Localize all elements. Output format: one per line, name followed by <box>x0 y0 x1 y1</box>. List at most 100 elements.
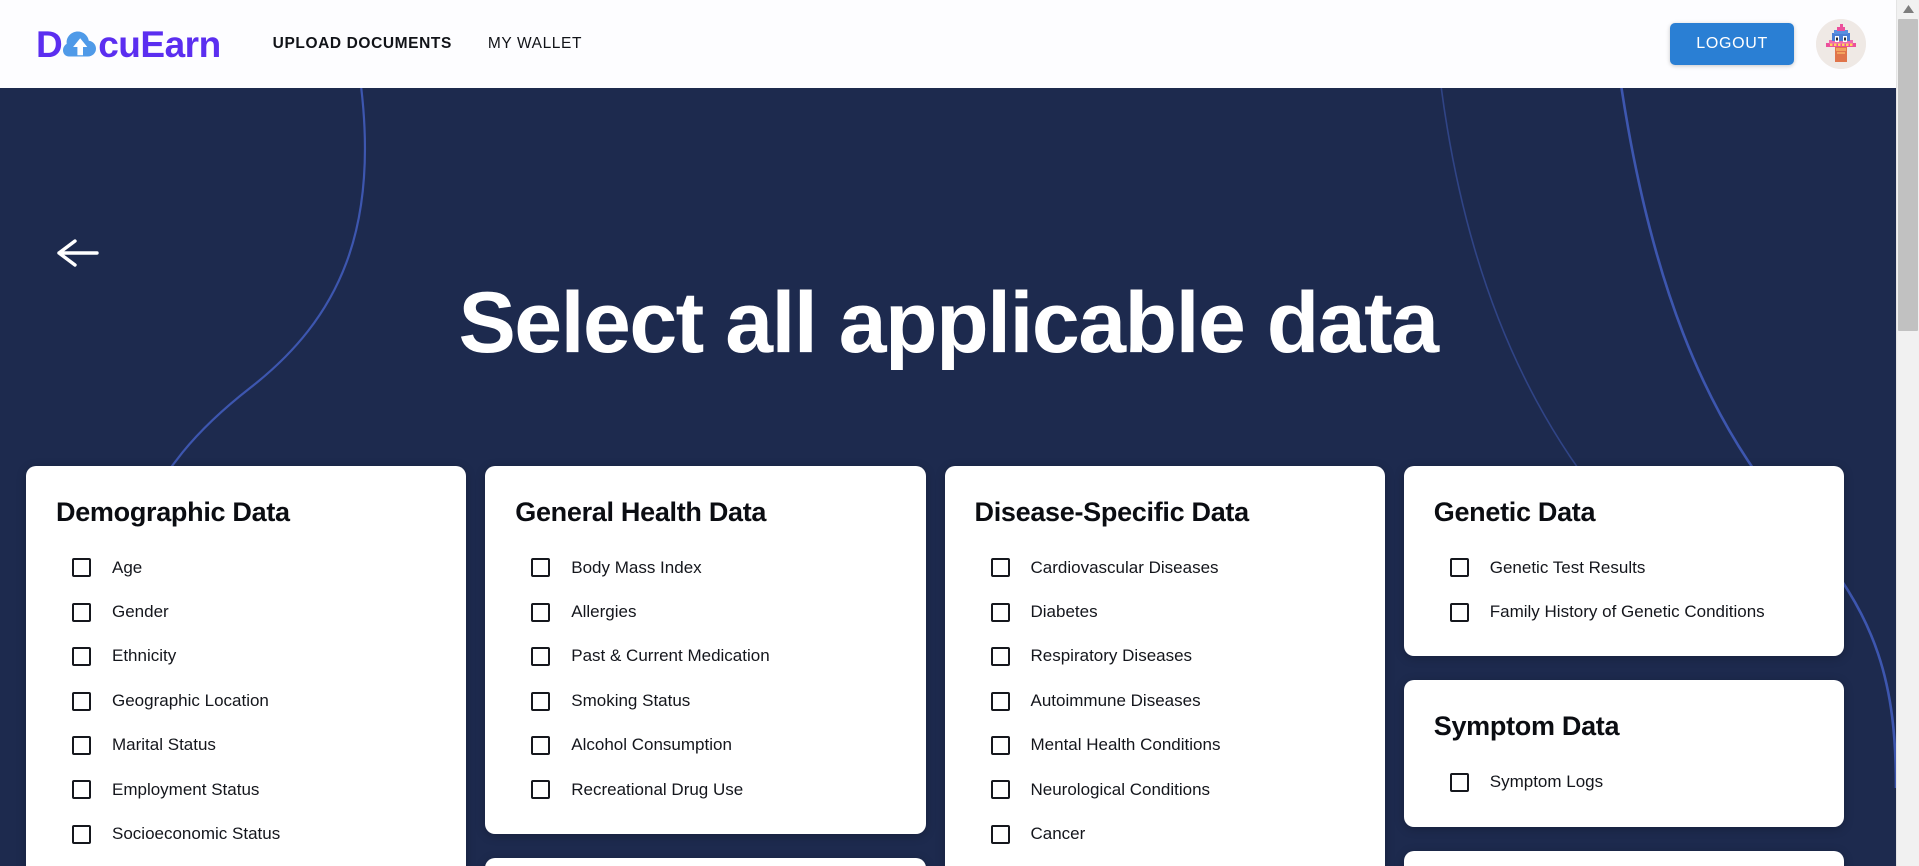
checkbox[interactable] <box>72 558 91 578</box>
option-label: Genetic Test Results <box>1489 557 1646 577</box>
primary-nav: UPLOAD DOCUMENTS MY WALLET <box>273 35 582 53</box>
option-row[interactable]: Marital Status <box>72 735 436 755</box>
checkbox[interactable] <box>531 780 551 800</box>
top-navbar: D cuEarn UPLOAD DOCUMENTS MY WALLET LOGO… <box>0 0 1896 88</box>
brand-logo-prefix: D <box>36 23 63 65</box>
card-title: Symptom Data <box>1433 711 1620 742</box>
grid-column-2: General Health Data Body Mass Index Alle… <box>485 466 926 866</box>
checkbox[interactable] <box>990 602 1010 622</box>
card-lab-test-data: Lab Test Data <box>485 858 926 866</box>
checkbox[interactable] <box>531 602 551 622</box>
checkbox[interactable] <box>531 691 551 711</box>
brand-logo-suffix: cuEarn <box>98 23 221 65</box>
option-row[interactable]: Family History of Genetic Conditions <box>1449 602 1814 622</box>
option-list: Age Gender Ethnicity Geographic Location… <box>56 558 436 845</box>
grid-column-3: Disease-Specific Data Cardiovascular Dis… <box>944 466 1385 866</box>
option-label: Past & Current Medication <box>571 646 770 666</box>
checkbox[interactable] <box>990 647 1010 667</box>
option-label: Neurological Conditions <box>1030 779 1211 799</box>
card-title: Disease-Specific Data <box>974 497 1250 527</box>
option-row[interactable]: Cancer <box>990 824 1355 844</box>
option-row[interactable]: Past & Current Medication <box>531 646 895 667</box>
option-row[interactable]: Ethnicity <box>72 646 436 667</box>
arrow-left-icon <box>57 239 99 267</box>
grid-column-1: Demographic Data Age Gender Ethnicity Ge… <box>26 466 467 866</box>
option-label: Ethnicity <box>112 646 177 666</box>
checkbox[interactable] <box>531 735 551 755</box>
option-label: Cardiovascular Diseases <box>1030 557 1219 577</box>
option-list: Cardiovascular Diseases Diabetes Respira… <box>975 558 1355 845</box>
option-row[interactable]: Respiratory Diseases <box>990 646 1355 667</box>
option-label: Allergies <box>571 602 637 622</box>
option-row[interactable]: Neurological Conditions <box>990 779 1355 800</box>
option-row[interactable]: Symptom Logs <box>1449 772 1814 792</box>
checkbox[interactable] <box>72 602 91 622</box>
checkbox[interactable] <box>1449 602 1469 622</box>
option-row[interactable]: Allergies <box>531 602 895 622</box>
option-label: Recreational Drug Use <box>571 779 744 799</box>
card-title: Genetic Data <box>1433 497 1596 527</box>
grid-column-4: Genetic Data Genetic Test Results Family… <box>1403 466 1844 866</box>
option-row[interactable]: Socioeconomic Status <box>72 824 436 844</box>
option-list: Symptom Logs <box>1434 772 1814 792</box>
checkbox[interactable] <box>72 647 91 667</box>
card-treatment-data: Treatment Data <box>1403 850 1844 866</box>
checkbox[interactable] <box>990 780 1010 800</box>
nav-upload-documents[interactable]: UPLOAD DOCUMENTS <box>273 35 452 53</box>
option-label: Symptom Logs <box>1489 772 1604 792</box>
scroll-up-arrow-icon[interactable] <box>1897 0 1919 18</box>
option-label: Diabetes <box>1030 602 1098 622</box>
card-demographic-data: Demographic Data Age Gender Ethnicity Ge… <box>26 466 467 866</box>
checkbox[interactable] <box>990 824 1010 844</box>
card-disease-specific-data: Disease-Specific Data Cardiovascular Dis… <box>944 466 1385 866</box>
checkbox[interactable] <box>990 735 1010 755</box>
page-scrollbar[interactable] <box>1896 0 1919 866</box>
option-list: Body Mass Index Allergies Past & Current… <box>515 558 895 800</box>
option-row[interactable]: Smoking Status <box>531 691 895 711</box>
option-label: Body Mass Index <box>571 557 702 577</box>
option-row[interactable]: Autoimmune Diseases <box>990 691 1355 711</box>
back-button[interactable] <box>55 236 99 270</box>
option-row[interactable]: Body Mass Index <box>531 558 895 578</box>
option-row[interactable]: Age <box>72 558 436 578</box>
card-title: General Health Data <box>515 497 767 527</box>
checkbox[interactable] <box>72 691 91 711</box>
option-label: Alcohol Consumption <box>571 735 732 755</box>
option-row[interactable]: Gender <box>72 602 436 622</box>
checkbox[interactable] <box>1449 772 1469 792</box>
page-title: Select all applicable data <box>458 275 1439 371</box>
nav-my-wallet[interactable]: MY WALLET <box>488 35 582 53</box>
option-row[interactable]: Cardiovascular Diseases <box>990 557 1355 578</box>
ufo-pixel-avatar[interactable] <box>1816 19 1866 69</box>
card-genetic-data: Genetic Data Genetic Test Results Family… <box>1403 466 1844 657</box>
option-row[interactable]: Mental Health Conditions <box>990 735 1355 755</box>
checkbox[interactable] <box>72 780 91 800</box>
option-label: Age <box>112 557 143 577</box>
scroll-thumb[interactable] <box>1898 19 1918 331</box>
option-row[interactable]: Recreational Drug Use <box>531 780 895 800</box>
option-label: Employment Status <box>112 779 260 799</box>
checkbox[interactable] <box>990 691 1010 711</box>
option-row[interactable]: Geographic Location <box>72 691 436 711</box>
checkbox[interactable] <box>1449 558 1469 578</box>
option-row[interactable]: Diabetes <box>990 602 1355 622</box>
option-label: Gender <box>112 602 169 622</box>
option-label: Family History of Genetic Conditions <box>1489 602 1765 622</box>
option-row[interactable]: Genetic Test Results <box>1449 557 1814 578</box>
checkbox[interactable] <box>72 824 91 844</box>
checkbox[interactable] <box>531 647 551 667</box>
option-row[interactable]: Alcohol Consumption <box>531 735 895 755</box>
card-title: Demographic Data <box>56 497 290 527</box>
brand-logo[interactable]: D cuEarn <box>36 26 221 63</box>
option-list: Genetic Test Results Family History of G… <box>1434 558 1814 623</box>
checkbox[interactable] <box>990 558 1010 578</box>
option-label: Smoking Status <box>571 690 691 710</box>
hero-section: Select all applicable data Demographic D… <box>0 88 1896 866</box>
logout-button[interactable]: LOGOUT <box>1670 23 1794 65</box>
checkbox[interactable] <box>72 735 91 755</box>
option-label: Marital Status <box>112 735 216 755</box>
option-label: Mental Health Conditions <box>1030 735 1221 755</box>
data-category-grid: Demographic Data Age Gender Ethnicity Ge… <box>26 466 1844 866</box>
option-row[interactable]: Employment Status <box>72 780 436 800</box>
checkbox[interactable] <box>531 558 551 578</box>
